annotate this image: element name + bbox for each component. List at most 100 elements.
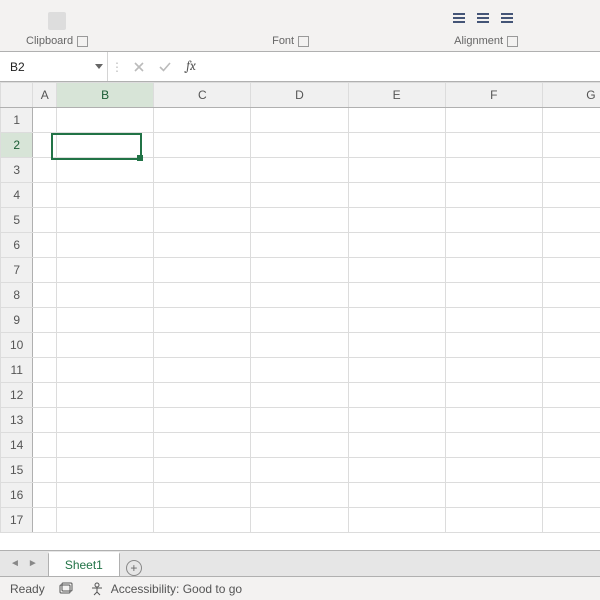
column-header[interactable]: B [57,83,154,108]
cell[interactable] [251,308,348,333]
column-header[interactable]: A [33,83,57,108]
formula-input[interactable] [204,52,600,81]
cell[interactable] [445,258,542,283]
column-header[interactable]: C [154,83,251,108]
row-header[interactable]: 14 [1,433,33,458]
cell[interactable] [348,158,445,183]
cell[interactable] [57,458,154,483]
cell[interactable] [348,333,445,358]
cell[interactable] [33,433,57,458]
cell[interactable] [542,308,600,333]
cell[interactable] [542,333,600,358]
row-header[interactable]: 1 [1,108,33,133]
row-header[interactable]: 2 [1,133,33,158]
cell[interactable] [348,108,445,133]
select-all-corner[interactable] [1,83,33,108]
cell[interactable] [33,358,57,383]
cell[interactable] [57,158,154,183]
cell[interactable] [154,333,251,358]
cell[interactable] [251,383,348,408]
cell[interactable] [33,483,57,508]
cell[interactable] [445,333,542,358]
cell[interactable] [542,508,600,533]
cell[interactable] [348,408,445,433]
cell[interactable] [348,433,445,458]
cell[interactable] [348,283,445,308]
macro-recorder-icon[interactable] [59,581,75,597]
row-header[interactable]: 15 [1,458,33,483]
name-box-input[interactable] [8,59,78,75]
cell[interactable] [348,458,445,483]
row-header[interactable]: 10 [1,333,33,358]
cell[interactable] [251,133,348,158]
cell[interactable] [57,183,154,208]
cell[interactable] [154,358,251,383]
cell[interactable] [542,258,600,283]
row-header[interactable]: 11 [1,358,33,383]
row-header[interactable]: 6 [1,233,33,258]
row-header[interactable]: 7 [1,258,33,283]
sheet-tab[interactable]: Sheet1 [48,552,120,576]
cell[interactable] [445,383,542,408]
cell[interactable] [57,433,154,458]
row-header[interactable]: 17 [1,508,33,533]
insert-function-button[interactable]: fx [178,52,204,81]
cell[interactable] [57,308,154,333]
cell[interactable] [542,208,600,233]
cell[interactable] [33,183,57,208]
cell[interactable] [57,133,154,158]
cell[interactable] [445,183,542,208]
cell[interactable] [57,358,154,383]
cell[interactable] [154,283,251,308]
cell[interactable] [348,233,445,258]
cell[interactable] [445,358,542,383]
enter-formula-button[interactable] [152,52,178,81]
cancel-formula-button[interactable] [126,52,152,81]
cell[interactable] [33,508,57,533]
cell[interactable] [154,383,251,408]
cell[interactable] [542,283,600,308]
cell[interactable] [33,133,57,158]
row-header[interactable]: 16 [1,483,33,508]
cell[interactable] [251,483,348,508]
cell[interactable] [348,208,445,233]
dialog-launcher-icon[interactable] [298,36,309,47]
dialog-launcher-icon[interactable] [77,36,88,47]
cell[interactable] [154,233,251,258]
name-box[interactable] [0,52,108,81]
cell[interactable] [57,408,154,433]
cell[interactable] [542,233,600,258]
cell[interactable] [542,108,600,133]
column-header[interactable]: F [445,83,542,108]
wrap-text-icon[interactable] [501,13,519,29]
cell[interactable] [154,458,251,483]
column-header[interactable]: D [251,83,348,108]
cell[interactable] [445,508,542,533]
cell[interactable] [33,333,57,358]
row-header[interactable]: 13 [1,408,33,433]
cell[interactable] [251,283,348,308]
cell[interactable] [251,358,348,383]
cell[interactable] [57,233,154,258]
cell[interactable] [348,258,445,283]
cell[interactable] [445,108,542,133]
cell[interactable] [33,208,57,233]
cell[interactable] [33,158,57,183]
cell[interactable] [542,483,600,508]
cell[interactable] [57,508,154,533]
cell[interactable] [33,458,57,483]
cell[interactable] [445,458,542,483]
cell[interactable] [251,208,348,233]
cell[interactable] [251,108,348,133]
cell[interactable] [445,433,542,458]
cell[interactable] [154,308,251,333]
add-sheet-button[interactable]: + [120,560,148,576]
cell[interactable] [154,258,251,283]
cell[interactable] [154,208,251,233]
cell[interactable] [348,483,445,508]
cell[interactable] [445,483,542,508]
row-header[interactable]: 5 [1,208,33,233]
cell[interactable] [33,283,57,308]
cell[interactable] [445,133,542,158]
row-header[interactable]: 8 [1,283,33,308]
